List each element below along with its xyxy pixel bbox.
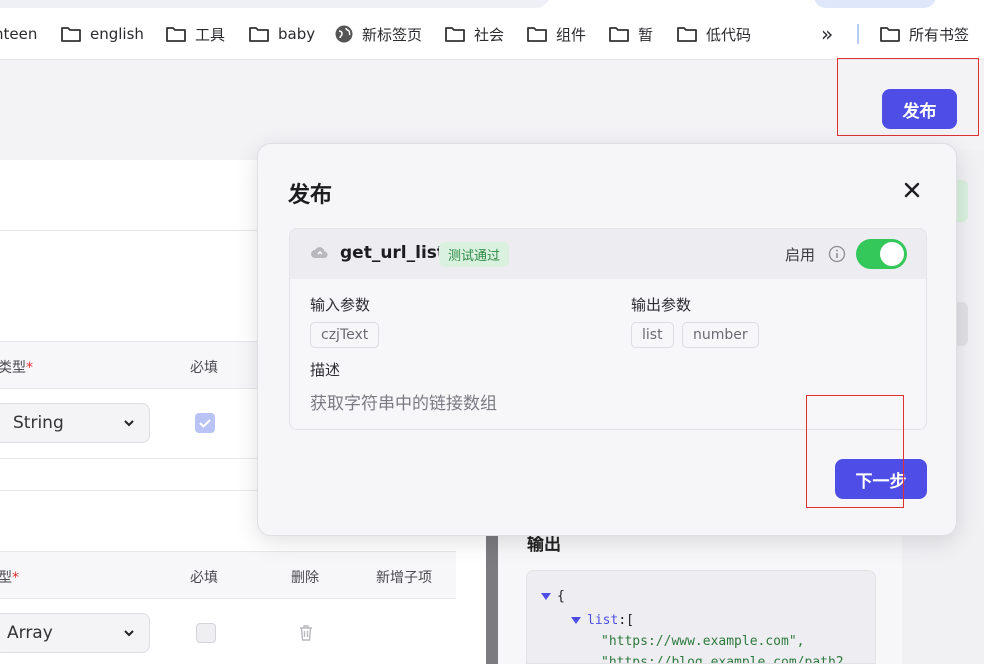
caret-down-icon[interactable] xyxy=(541,593,551,600)
bookmark-folder-tools[interactable]: 工具 xyxy=(165,23,225,45)
divider xyxy=(0,551,456,552)
globe-icon xyxy=(335,25,353,43)
folder-icon xyxy=(527,27,547,42)
folder-icon xyxy=(445,27,465,42)
param-chip: list xyxy=(631,322,674,348)
info-icon[interactable] xyxy=(828,245,846,263)
folder-icon xyxy=(249,27,269,42)
folder-icon xyxy=(166,27,186,42)
column-header-required: 必填 xyxy=(190,570,218,586)
cloud-icon xyxy=(311,247,328,258)
enable-label: 启用 xyxy=(785,246,816,264)
bookmark-folder-english[interactable]: english xyxy=(60,23,144,45)
chevron-double-right-icon: » xyxy=(821,22,834,46)
bookmark-label: 组件 xyxy=(556,25,587,44)
bookmarks-separator xyxy=(857,24,859,44)
panel-resize-handle[interactable] xyxy=(486,530,498,664)
bookmark-folder-society[interactable]: 社会 xyxy=(444,23,504,45)
param-chip: czjText xyxy=(310,322,380,348)
type-select-value: Array xyxy=(7,623,53,643)
bookmark-folder-components[interactable]: 组件 xyxy=(526,23,586,45)
bookmark-item[interactable]: nteen xyxy=(0,23,37,45)
tool-description: 获取字符串中的链接数组 xyxy=(310,394,497,414)
check-icon xyxy=(199,419,211,428)
type-select-value: String xyxy=(13,413,64,433)
output-params-label: 输出参数 xyxy=(631,296,692,314)
tab-strip-fragment xyxy=(0,0,550,8)
description-label: 描述 xyxy=(310,361,341,379)
bookmark-label: english xyxy=(90,25,144,43)
bookmark-label: 工具 xyxy=(195,25,226,44)
folder-icon xyxy=(880,27,900,42)
required-checkbox[interactable] xyxy=(196,623,216,643)
bookmark-label: 低代码 xyxy=(706,25,752,44)
bookmark-label: 社会 xyxy=(474,25,505,44)
tool-name: get_url_list xyxy=(340,243,446,263)
bookmark-folder-baby[interactable]: baby xyxy=(248,23,315,45)
status-badge: 测试通过 xyxy=(439,242,510,267)
divider xyxy=(0,598,456,599)
bookmark-label: 所有书签 xyxy=(909,25,970,44)
trash-icon[interactable] xyxy=(298,624,314,642)
json-line: "https://www.example.com", xyxy=(601,634,805,649)
column-header-type: 类型* xyxy=(0,360,33,376)
caret-down-icon[interactable] xyxy=(571,617,581,624)
column-header-add-child: 新增子项 xyxy=(376,570,432,586)
folder-icon xyxy=(609,27,629,42)
bookmark-folder-lowcode[interactable]: 低代码 xyxy=(676,23,751,45)
type-select[interactable]: Array xyxy=(0,613,150,653)
highlight-box xyxy=(806,395,904,508)
bookmarks-bar: nteen english 工具 baby 新标签页 社会 组件 暂 低代码 »… xyxy=(0,0,984,60)
bookmark-label: nteen xyxy=(0,25,38,43)
modal-title: 发布 xyxy=(288,183,333,208)
bookmark-new-tab[interactable]: 新标签页 xyxy=(334,23,422,45)
bookmarks-overflow-button[interactable]: » xyxy=(821,22,834,46)
json-preview: { list:[ "https://www.example.com", "htt… xyxy=(526,570,876,664)
column-header-required: 必填 xyxy=(190,360,218,376)
required-checkbox[interactable] xyxy=(195,413,215,433)
enable-toggle[interactable] xyxy=(856,239,907,269)
table-header-row: 型* 必填 删除 新增子项 xyxy=(0,552,456,598)
bookmark-folder-temp[interactable]: 暂 xyxy=(608,23,653,45)
column-header-delete: 删除 xyxy=(291,570,319,586)
bookmark-label: baby xyxy=(278,25,316,43)
tab-strip-fragment xyxy=(814,0,936,8)
column-header-type: 型* xyxy=(0,570,19,586)
close-icon[interactable] xyxy=(902,180,922,200)
highlight-box xyxy=(837,58,979,136)
folder-icon xyxy=(61,27,81,42)
param-chip: number xyxy=(682,322,759,348)
chevron-down-icon xyxy=(124,630,134,637)
all-bookmarks-button[interactable]: 所有书签 xyxy=(879,23,969,45)
json-line: "https://blog.example.com/path2 xyxy=(601,655,844,664)
json-line: list:[ xyxy=(571,613,634,628)
toggle-knob xyxy=(880,242,904,266)
tool-card-header: get_url_list 测试通过 启用 xyxy=(290,229,926,279)
input-params-label: 输入参数 xyxy=(310,296,371,314)
chevron-down-icon xyxy=(124,420,134,427)
json-line: { xyxy=(541,589,565,604)
type-select[interactable]: String xyxy=(0,403,150,443)
bookmark-label: 暂 xyxy=(638,25,654,44)
bookmark-label: 新标签页 xyxy=(362,25,423,44)
folder-icon xyxy=(677,27,697,42)
